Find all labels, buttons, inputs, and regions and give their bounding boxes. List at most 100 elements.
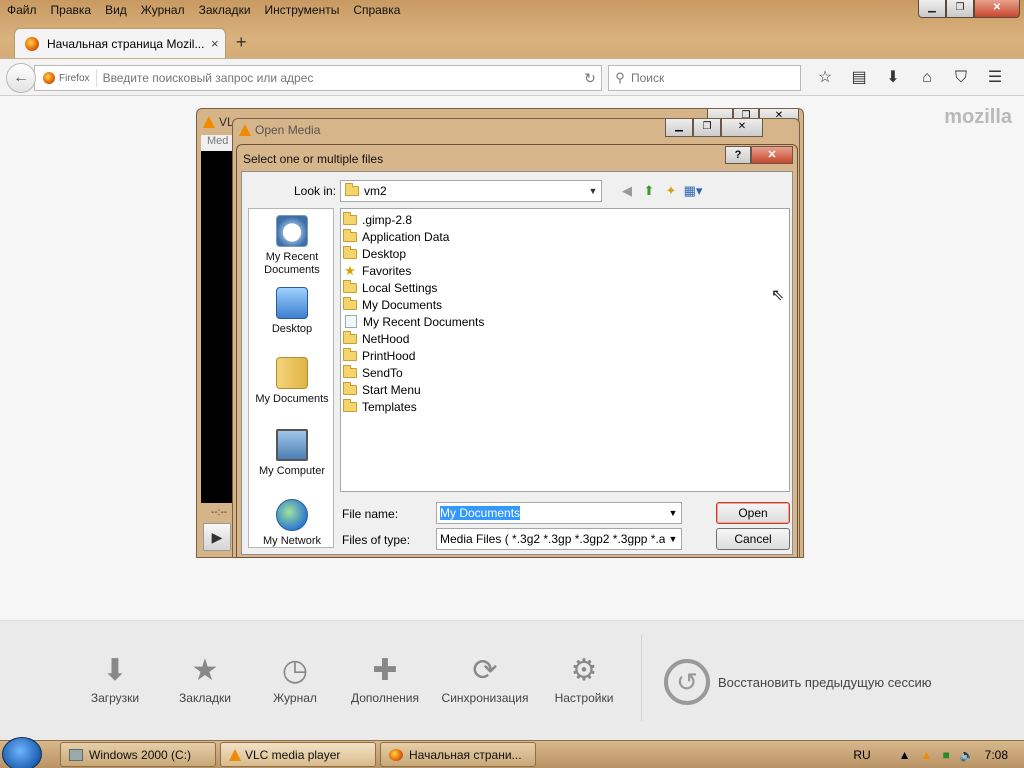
launcher-sync[interactable]: ⟳ Синхронизация bbox=[440, 651, 530, 705]
open-media-maximize-button[interactable]: ❐ bbox=[693, 119, 721, 137]
launcher-downloads[interactable]: ⬇ Загрузки bbox=[70, 651, 160, 705]
bookmark-star-icon[interactable]: ☆ bbox=[808, 65, 842, 91]
vlc-tray-icon[interactable]: ▲ bbox=[921, 748, 933, 762]
close-button[interactable]: ✕ bbox=[974, 0, 1020, 18]
menu-tools[interactable]: Инструменты bbox=[258, 0, 347, 22]
list-item[interactable]: SendTo bbox=[341, 364, 789, 381]
taskbar-item-explorer[interactable]: Windows 2000 (C:) bbox=[60, 742, 216, 767]
launcher-bookmarks[interactable]: ★ Закладки bbox=[160, 651, 250, 705]
file-dialog-title: Select one or multiple files bbox=[243, 152, 384, 166]
cancel-button[interactable]: Cancel bbox=[716, 528, 790, 550]
my-documents-icon bbox=[276, 357, 308, 389]
menu-view[interactable]: Вид bbox=[98, 0, 134, 22]
identity-box[interactable]: Firefox bbox=[35, 69, 97, 87]
new-folder-icon[interactable]: ✦ bbox=[660, 182, 682, 200]
open-media-minimize-button[interactable]: ▁ bbox=[665, 119, 693, 137]
network-tray-icon[interactable]: ■ bbox=[942, 748, 949, 762]
file-name: Application Data bbox=[362, 229, 450, 244]
home-icon[interactable]: ⌂ bbox=[910, 65, 944, 91]
place-desktop[interactable]: Desktop bbox=[249, 287, 335, 336]
look-in-label: Look in: bbox=[294, 184, 337, 198]
minimize-button[interactable]: ▁ bbox=[918, 0, 946, 18]
chevron-down-icon[interactable]: ▼ bbox=[665, 508, 681, 518]
list-item[interactable]: My Documents bbox=[341, 296, 789, 313]
restore-session-button[interactable]: ↺ Восстановить предыдущую сессию bbox=[664, 659, 932, 705]
search-bar[interactable]: ⚲ bbox=[608, 65, 801, 91]
chevron-down-icon[interactable]: ▼ bbox=[665, 534, 681, 544]
drive-icon bbox=[69, 748, 83, 761]
dialog-nav-icons: ◀ ⬆ ✦ ▦▾ bbox=[616, 182, 704, 200]
list-item[interactable]: NetHood bbox=[341, 330, 789, 347]
reading-list-icon[interactable]: ▤ bbox=[842, 65, 876, 91]
file-name: Desktop bbox=[362, 246, 407, 261]
up-folder-icon[interactable]: ⬆ bbox=[638, 182, 660, 200]
open-media-title: Open Media bbox=[239, 123, 320, 137]
tab-close-icon[interactable]: × bbox=[211, 36, 219, 51]
list-item[interactable]: .gimp-2.8 bbox=[341, 211, 789, 228]
list-item[interactable]: Local Settings bbox=[341, 279, 789, 296]
menu-edit[interactable]: Правка bbox=[44, 0, 99, 22]
place-my-documents[interactable]: My Documents bbox=[249, 357, 335, 406]
back-button[interactable]: ← bbox=[6, 63, 36, 93]
downloads-icon[interactable]: ⬇ bbox=[876, 65, 910, 91]
file-name: Local Settings bbox=[362, 280, 438, 295]
new-tab-button[interactable]: + bbox=[236, 32, 247, 53]
list-item[interactable]: Desktop bbox=[341, 245, 789, 262]
taskbar-item-firefox[interactable]: Начальная страни... bbox=[380, 742, 536, 767]
launcher-label: Дополнения bbox=[351, 691, 419, 705]
file-name-field[interactable]: My Documents ▼ bbox=[436, 502, 682, 524]
menu-file[interactable]: Файл bbox=[0, 0, 44, 22]
look-in-value: vm2 bbox=[364, 184, 387, 198]
file-type-select[interactable]: Media Files ( *.3g2 *.3gp *.3gp2 *.3gpp … bbox=[436, 528, 682, 550]
look-in-select[interactable]: vm2 ▼ bbox=[340, 180, 602, 202]
folder-icon bbox=[343, 211, 357, 225]
file-dialog-close-button[interactable]: ✕ bbox=[751, 146, 793, 164]
folder-icon bbox=[345, 183, 359, 196]
tab-start-page[interactable]: Начальная страница Mozil... × bbox=[14, 28, 226, 58]
list-item[interactable]: My Recent Documents bbox=[341, 313, 789, 330]
tray-arrow-icon[interactable]: ▲ bbox=[899, 748, 911, 762]
volume-icon[interactable]: 🔈 bbox=[960, 748, 975, 762]
url-input[interactable] bbox=[96, 71, 579, 85]
list-item[interactable]: Start Menu bbox=[341, 381, 789, 398]
recent-documents-icon bbox=[276, 215, 308, 247]
identity-label: Firefox bbox=[59, 72, 90, 84]
file-list[interactable]: .gimp-2.8 Application Data Desktop ★ Favo… bbox=[340, 208, 790, 492]
maximize-button[interactable]: ❐ bbox=[946, 0, 974, 18]
mouse-cursor-icon: ⇖ bbox=[771, 287, 785, 304]
launcher-history[interactable]: ◷ Журнал bbox=[250, 651, 340, 705]
launcher-addons[interactable]: ✚ Дополнения bbox=[340, 651, 430, 705]
taskbar-item-vlc[interactable]: VLC media player bbox=[220, 742, 376, 767]
launcher-settings[interactable]: ⚙ Настройки bbox=[539, 651, 629, 705]
start-button[interactable] bbox=[2, 737, 42, 768]
place-my-network[interactable]: My Network bbox=[249, 499, 335, 548]
taskbar: Windows 2000 (C:) VLC media player Начал… bbox=[0, 737, 1024, 768]
back-arrow-icon[interactable]: ◀ bbox=[616, 182, 638, 200]
menu-help[interactable]: Справка bbox=[346, 0, 407, 22]
url-bar[interactable]: Firefox ↻ bbox=[34, 65, 602, 91]
reload-icon[interactable]: ↻ bbox=[579, 70, 601, 87]
pocket-icon[interactable]: ⛉ bbox=[944, 65, 978, 91]
sync-icon: ⟳ bbox=[472, 654, 498, 687]
menu-bookmarks[interactable]: Закладки bbox=[192, 0, 258, 22]
view-menu-icon[interactable]: ▦▾ bbox=[682, 182, 704, 200]
hamburger-menu-icon[interactable]: ☰ bbox=[978, 65, 1012, 91]
play-icon[interactable]: ▶ bbox=[203, 523, 231, 551]
file-dialog-body: Look in: vm2 ▼ ◀ ⬆ ✦ ▦▾ My Recent Docume… bbox=[241, 171, 793, 555]
place-label: My Documents bbox=[255, 393, 329, 405]
launcher-label: Журнал bbox=[273, 691, 317, 705]
list-item[interactable]: Application Data bbox=[341, 228, 789, 245]
menu-history[interactable]: Журнал bbox=[134, 0, 192, 22]
list-item[interactable]: ★ Favorites bbox=[341, 262, 789, 279]
language-indicator[interactable]: RU bbox=[853, 748, 870, 762]
open-button[interactable]: Open bbox=[716, 502, 790, 524]
search-input[interactable] bbox=[631, 71, 800, 85]
place-recent-documents[interactable]: My Recent Documents bbox=[249, 215, 335, 277]
clock[interactable]: 7:08 bbox=[985, 748, 1008, 762]
list-item[interactable]: Templates bbox=[341, 398, 789, 415]
place-my-computer[interactable]: My Computer bbox=[249, 429, 335, 478]
list-item[interactable]: PrintHood bbox=[341, 347, 789, 364]
open-media-close-button[interactable]: ✕ bbox=[721, 119, 763, 137]
folder-icon bbox=[343, 228, 357, 242]
help-button[interactable]: ? bbox=[725, 146, 751, 164]
